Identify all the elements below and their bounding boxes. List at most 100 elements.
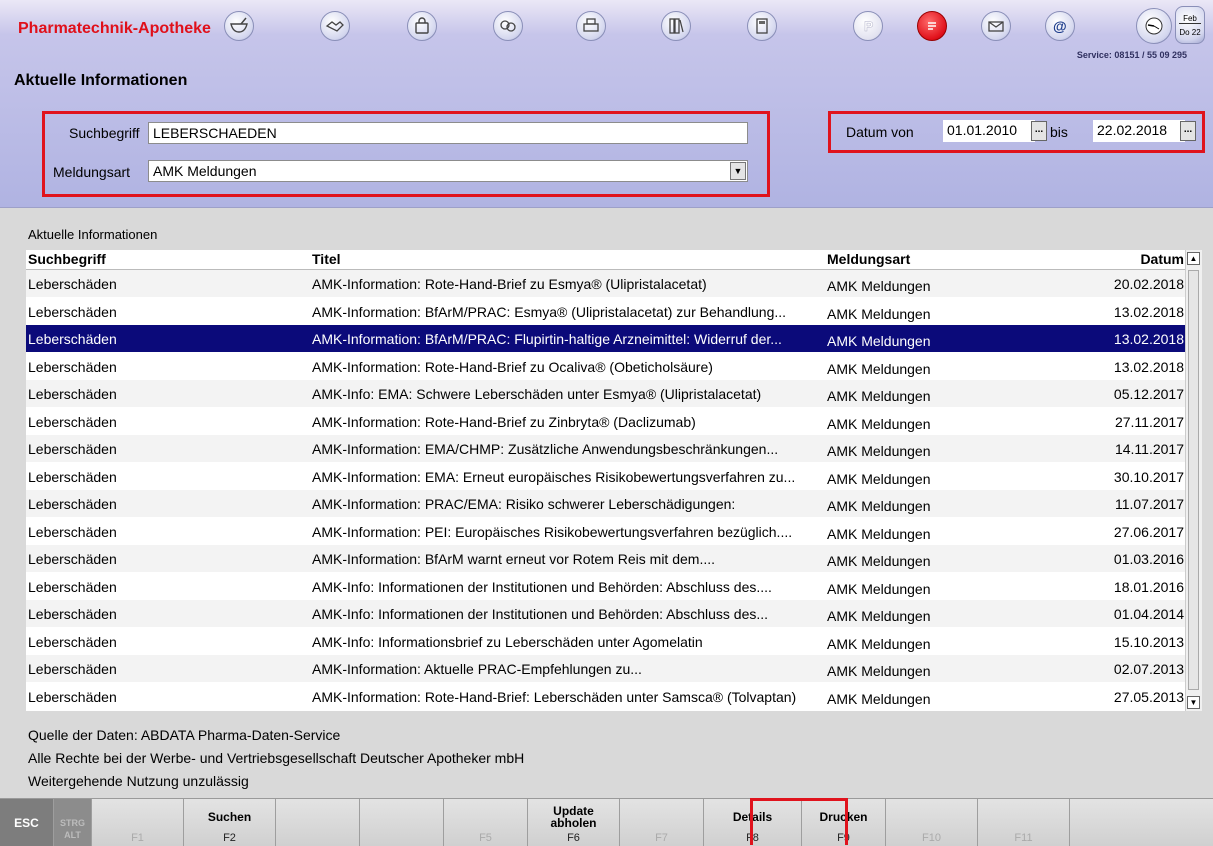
cell-titel: AMK-Information: BfArM warnt erneut vor …	[312, 551, 716, 567]
meldungsart-value: AMK Meldungen	[153, 163, 257, 179]
datum-bis-input[interactable]: 22.02.2018	[1093, 120, 1185, 142]
cell-datum: 02.07.2013	[1113, 661, 1184, 677]
clock-icon[interactable]	[1136, 8, 1172, 44]
app-window: Pharmatechnik-Apotheke P @ Feb Do 22 Ser…	[0, 0, 1213, 846]
table-row[interactable]: Leberschäden AMK-Information: BfArM warnt…	[26, 545, 1186, 573]
cell-suchbegriff: Leberschäden	[28, 688, 117, 705]
calendar-month: Feb	[1183, 13, 1197, 23]
meldungsart-select[interactable]: AMK Meldungen ▼	[148, 160, 748, 182]
mortar-icon[interactable]	[224, 11, 254, 41]
table-row[interactable]: Leberschäden AMK-Information: EMA: Erneut…	[26, 463, 1186, 491]
table-row[interactable]: Leberschäden AMK-Information: Rote-Hand-B…	[26, 408, 1186, 436]
fkey-code: F1	[131, 832, 144, 844]
cell-datum: 01.03.2016	[1113, 551, 1184, 567]
fkey-f2[interactable]: Suchen F2	[184, 799, 276, 846]
chat-icon[interactable]	[917, 11, 947, 41]
cell-datum: 11.07.2017	[1114, 496, 1184, 512]
table-row[interactable]: Leberschäden AMK-Information: Rote-Hand-B…	[26, 683, 1186, 711]
fkey-f6[interactable]: Update abholen F6	[528, 799, 620, 846]
table-row[interactable]: Leberschäden AMK-Info: Informationen der …	[26, 573, 1186, 601]
table-row[interactable]: Leberschäden AMK-Information: BfArM/PRAC:…	[26, 325, 1186, 353]
table-row[interactable]: Leberschäden AMK-Information: Rote-Hand-B…	[26, 353, 1186, 381]
cell-meldungsart: AMK Meldungen	[827, 525, 931, 542]
col-header-titel[interactable]: Titel	[312, 251, 341, 267]
cell-meldungsart: AMK Meldungen	[827, 470, 931, 487]
fkey-code: F10	[922, 832, 941, 844]
cell-titel: AMK-Information: Rote-Hand-Brief: Lebers…	[312, 688, 797, 705]
bis-label: bis	[1050, 124, 1068, 140]
scroll-thumb[interactable]	[1188, 270, 1199, 690]
fkey-blank-5[interactable]	[360, 799, 444, 846]
table-row[interactable]: Leberschäden AMK-Information: EMA/CHMP: Z…	[26, 435, 1186, 463]
fkey-f5[interactable]: F5	[444, 799, 528, 846]
calculator-icon[interactable]	[747, 11, 777, 41]
faces-icon[interactable]	[493, 11, 523, 41]
cell-meldungsart: AMK Meldungen	[827, 580, 931, 597]
datum-von-picker-button[interactable]: ...	[1031, 121, 1047, 141]
cell-datum: 27.06.2017	[1113, 523, 1184, 540]
app-title: Pharmatechnik-Apotheke	[18, 20, 211, 37]
fkey-f1[interactable]: F1	[92, 799, 184, 846]
cell-meldungsart: AMK Meldungen	[827, 443, 931, 459]
fkey-label: Update abholen	[550, 804, 597, 830]
cell-suchbegriff: Leberschäden	[28, 606, 117, 622]
calendar-day: Do 22	[1179, 27, 1201, 37]
table-row[interactable]: Leberschäden AMK-Information: Aktuelle PR…	[26, 655, 1186, 683]
at-icon[interactable]: @	[1045, 11, 1075, 41]
calendar-icon[interactable]: Feb Do 22	[1175, 6, 1205, 44]
header: Pharmatechnik-Apotheke P @ Feb Do 22 Ser…	[0, 0, 1213, 208]
page-title: Aktuelle Informationen	[14, 72, 188, 89]
cell-datum: 14.11.2017	[1114, 441, 1184, 457]
suchbegriff-input[interactable]: LEBERSCHAEDEN	[148, 122, 748, 144]
datum-von-input[interactable]: 01.01.2010	[943, 120, 1035, 142]
scrollbar[interactable]: ▲ ▼	[1185, 250, 1202, 711]
handshake-icon[interactable]	[320, 11, 350, 41]
fkey-label: STRG ALT	[59, 818, 85, 840]
fkey-f7[interactable]: F7	[620, 799, 704, 846]
printer-icon[interactable]	[576, 11, 606, 41]
col-header-datum[interactable]: Datum	[1140, 251, 1184, 267]
p-logo-icon[interactable]: P	[853, 11, 883, 41]
datum-von-label: Datum von	[846, 124, 914, 140]
fkey-blank-4[interactable]	[276, 799, 360, 846]
suchbegriff-label: Suchbegriff	[69, 125, 140, 141]
table-row[interactable]: Leberschäden AMK-Information: PEI: Europä…	[26, 518, 1186, 546]
strg-key[interactable]: STRG ALT	[54, 799, 92, 846]
table-row[interactable]: Leberschäden AMK-Info: Informationen der …	[26, 600, 1186, 628]
cell-titel: AMK-Info: Informationen der Institutione…	[312, 606, 769, 622]
fkey-blank-13[interactable]	[1070, 799, 1213, 846]
table-row[interactable]: Leberschäden AMK-Info: Informationsbrief …	[26, 628, 1186, 656]
fkey-label: Suchen	[207, 810, 252, 824]
col-header-meldungsart[interactable]: Meldungsart	[827, 251, 910, 267]
fkey-f11[interactable]: F11	[978, 799, 1070, 846]
datum-bis-picker-button[interactable]: ...	[1180, 121, 1196, 141]
esc-key[interactable]: ESC	[0, 799, 54, 846]
shopping-bag-icon[interactable]	[407, 11, 437, 41]
table-row[interactable]: Leberschäden AMK-Info: EMA: Schwere Leber…	[26, 380, 1186, 408]
cell-datum: 05.12.2017	[1113, 386, 1184, 402]
cell-titel: AMK-Information: BfArM/PRAC: Flupirtin-h…	[312, 331, 782, 347]
scroll-up-icon[interactable]: ▲	[1187, 252, 1200, 265]
cell-titel: AMK-Info: Informationsbrief zu Leberschä…	[312, 633, 703, 650]
fkey-code: F2	[223, 832, 236, 844]
scroll-down-icon[interactable]: ▼	[1187, 696, 1200, 709]
envelope-icon[interactable]	[981, 11, 1011, 41]
info-table: Suchbegriff Titel Meldungsart Datum Lebe…	[26, 250, 1202, 711]
table-row[interactable]: Leberschäden AMK-Information: PRAC/EMA: R…	[26, 490, 1186, 518]
cell-suchbegriff: Leberschäden	[28, 633, 117, 650]
cell-titel: AMK-Information: PRAC/EMA: Risiko schwer…	[312, 496, 736, 512]
cell-titel: AMK-Information: BfArM/PRAC: Esmya® (Uli…	[312, 303, 787, 320]
cell-meldungsart: AMK Meldungen	[827, 553, 931, 569]
fkey-code: F11	[1014, 832, 1033, 844]
table-row[interactable]: Leberschäden AMK-Information: Rote-Hand-B…	[26, 270, 1186, 298]
table-row[interactable]: Leberschäden AMK-Information: BfArM/PRAC:…	[26, 298, 1186, 326]
fkey-f10[interactable]: F10	[886, 799, 978, 846]
cell-meldungsart: AMK Meldungen	[827, 635, 931, 652]
details-highlight	[750, 798, 848, 845]
fkey-code: F6	[567, 832, 580, 844]
books-icon[interactable]	[661, 11, 691, 41]
table-header: Suchbegriff Titel Meldungsart Datum	[26, 250, 1186, 270]
chevron-down-icon[interactable]: ▼	[730, 162, 746, 180]
col-header-suchbegriff[interactable]: Suchbegriff	[28, 251, 106, 267]
cell-suchbegriff: Leberschäden	[28, 496, 117, 512]
